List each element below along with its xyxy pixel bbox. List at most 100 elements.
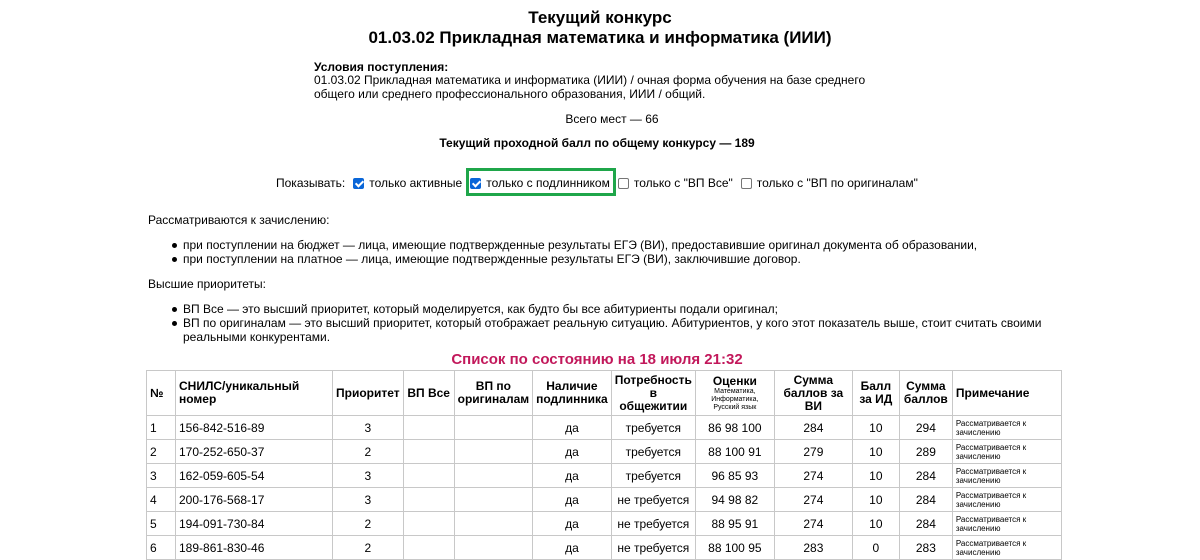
- cell-grades: 88 95 91: [694, 511, 775, 536]
- cell-note: Рассматривается к зачислению: [951, 415, 1062, 440]
- col-note: Примечание: [951, 370, 1062, 416]
- cell-dorm: не требуется: [610, 487, 696, 512]
- cell-original: да: [532, 511, 612, 536]
- cell-dorm: требуется: [610, 463, 696, 488]
- cell-vp-orig: [453, 511, 534, 536]
- cell-snils: 194-091-730-84: [175, 511, 333, 536]
- col-vp-orig: ВП по оригиналам: [453, 370, 534, 416]
- program-title: 01.03.02 Прикладная математика и информа…: [368, 28, 832, 47]
- checkbox-active-only[interactable]: [353, 177, 365, 189]
- col-sum-vi: Сумма баллов за ВИ: [773, 370, 853, 416]
- col-total: Сумма баллов: [898, 370, 953, 416]
- col-snils: СНИЛС/уникальный номер: [175, 370, 333, 416]
- cell-original: да: [532, 439, 612, 464]
- cell-vp-all: [402, 511, 455, 536]
- cell-num: 4: [146, 487, 176, 512]
- cell-total: 284: [898, 511, 953, 536]
- col-grades: Оценки Математика, Информатика, Русский я…: [694, 370, 775, 416]
- filter-label: Показывать:: [276, 176, 346, 190]
- list-item: ВП Все — это высший приоритет, который м…: [148, 302, 1048, 316]
- cell-total: 289: [898, 439, 953, 464]
- cell-id-score: 10: [851, 511, 900, 536]
- cell-vp-orig: [453, 439, 534, 464]
- cell-dorm: требуется: [610, 415, 696, 440]
- cell-vp-all: [402, 439, 455, 464]
- col-grades-label: Оценки: [712, 373, 757, 388]
- list-status-title: Список по состоянию на 18 июля 21:32: [451, 351, 743, 368]
- cell-sum-vi: 279: [773, 439, 853, 464]
- table-row: 3 162-059-605-54 3 да требуется 96 85 93 274 10…: [146, 463, 1062, 488]
- cell-id-score: 10: [851, 463, 900, 488]
- col-original: Наличие подлинника: [532, 370, 612, 416]
- cell-vp-orig: [453, 487, 534, 512]
- filter-active-only-label: только активные: [369, 176, 463, 190]
- cell-priority: 3: [332, 463, 404, 488]
- cell-num: 3: [146, 463, 176, 488]
- list-item: при поступлении на платное — лица, имеющ…: [148, 252, 1048, 266]
- list-item: при поступлении на бюджет — лица, имеющи…: [148, 238, 1048, 252]
- applicants-table: № СНИЛС/уникальный номер Приоритет ВП Вс…: [146, 370, 1062, 560]
- cell-id-score: 10: [851, 415, 900, 440]
- col-grades-sub: Математика, Информатика, Русский язык: [711, 387, 759, 411]
- cell-priority: 2: [332, 511, 404, 536]
- filter-vp-originals-label: только с "ВП по оригиналам": [756, 176, 918, 190]
- col-vp-all: ВП Все: [402, 370, 455, 416]
- priorities-list: ВП Все — это высший приоритет, который м…: [148, 302, 1048, 344]
- priorities-heading: Высшие приоритеты:: [148, 277, 266, 291]
- cell-original: да: [532, 463, 612, 488]
- cell-total: 284: [898, 487, 953, 512]
- cell-sum-vi: 274: [773, 463, 853, 488]
- cell-priority: 3: [332, 487, 404, 512]
- col-dorm: Потребность в общежитии: [610, 370, 696, 416]
- col-priority: Приоритет: [332, 370, 404, 416]
- cell-snils: 170-252-650-37: [175, 439, 333, 464]
- table-body: 1 156-842-516-89 3 да требуется 86 98 100 284 1…: [146, 415, 1062, 560]
- cell-grades: 96 85 93: [694, 463, 775, 488]
- passing-score: Текущий проходной балл по общему конкурс…: [439, 136, 755, 150]
- cell-original: да: [532, 415, 612, 440]
- cell-sum-vi: 274: [773, 487, 853, 512]
- cell-original: да: [532, 487, 612, 512]
- checkbox-vp-originals[interactable]: [740, 177, 752, 189]
- cell-id-score: 10: [851, 439, 900, 464]
- cell-total: 294: [898, 415, 953, 440]
- filter-vp-all[interactable]: только с "ВП Все": [617, 176, 733, 190]
- filter-vp-all-label: только с "ВП Все": [633, 176, 733, 190]
- cell-vp-orig: [453, 463, 534, 488]
- cell-note: Рассматривается к зачислению: [951, 487, 1062, 512]
- cell-vp-all: [402, 415, 455, 440]
- consider-heading: Рассматриваются к зачислению:: [148, 213, 330, 227]
- cell-sum-vi: 284: [773, 415, 853, 440]
- cell-snils: 156-842-516-89: [175, 415, 333, 440]
- checkbox-vp-all[interactable]: [617, 177, 629, 189]
- conditions-text: 01.03.02 Прикладная математика и информа…: [314, 73, 866, 101]
- cell-id-score: 10: [851, 487, 900, 512]
- cell-grades: 88 100 91: [694, 439, 775, 464]
- cell-num: 1: [146, 415, 176, 440]
- cell-priority: 2: [332, 439, 404, 464]
- table-header-row: № СНИЛС/уникальный номер Приоритет ВП Вс…: [146, 370, 1062, 416]
- cell-num: 5: [146, 511, 176, 536]
- cell-num: 2: [146, 439, 176, 464]
- total-places-text: Всего мест — 66: [565, 112, 659, 126]
- filter-active-only[interactable]: только активные: [353, 176, 462, 190]
- cell-total: 284: [898, 463, 953, 488]
- cell-grades: 86 98 100: [694, 415, 775, 440]
- table-row: 4 200-176-568-17 3 да не требуется 94 98 82 27…: [146, 487, 1062, 512]
- cell-dorm: требуется: [610, 439, 696, 464]
- col-num: №: [146, 370, 176, 416]
- filter-vp-originals[interactable]: только с "ВП по оригиналам": [740, 176, 918, 190]
- table-row: 1 156-842-516-89 3 да требуется 86 98 100 284 1…: [146, 415, 1062, 440]
- table-row: 2 170-252-650-37 2 да требуется 88 100 91 279 1…: [146, 439, 1062, 464]
- total-places: Всего мест — 66: [0, 112, 1200, 126]
- col-id-score: Балл за ИД: [851, 370, 900, 416]
- cell-note: Рассматривается к зачислению: [951, 511, 1062, 536]
- cell-priority: 3: [332, 415, 404, 440]
- cell-vp-all: [402, 463, 455, 488]
- cell-snils: 200-176-568-17: [175, 487, 333, 512]
- conditions-heading: Условия поступления:: [314, 60, 449, 74]
- cell-note: Рассматривается к зачислению: [951, 463, 1062, 488]
- page-title: Текущий конкурс: [528, 8, 672, 27]
- cell-grades: 94 98 82: [694, 487, 775, 512]
- table-row: 5 194-091-730-84 2 да не требуется 88 95 91 27…: [146, 511, 1062, 536]
